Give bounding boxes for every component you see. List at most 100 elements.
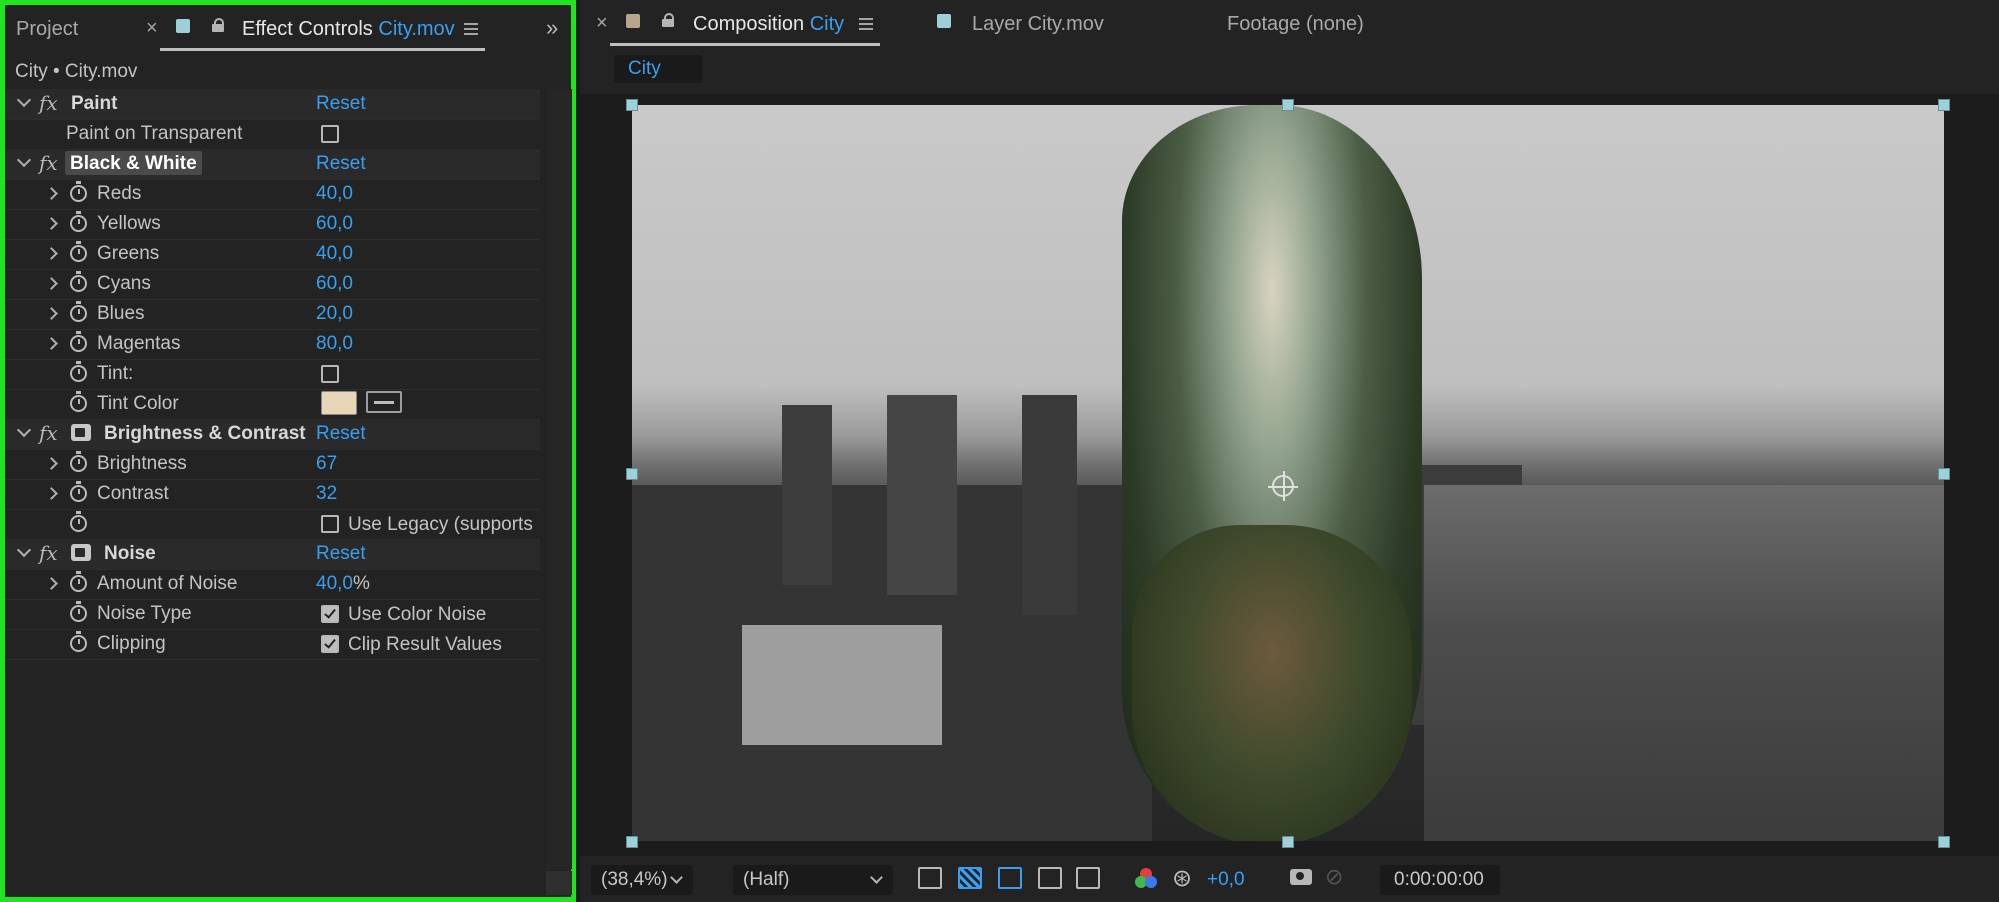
grid-guides-icon[interactable] <box>1076 867 1100 889</box>
fx-icon[interactable]: fx <box>39 151 58 175</box>
tab-effect-controls[interactable]: Effect Controls City.mov <box>242 18 455 41</box>
effect-controls-panel: Project × Effect Controls City.mov » Cit… <box>0 0 576 902</box>
chevron-down-icon[interactable] <box>16 92 32 108</box>
timecode-display[interactable]: 0:00:00:00 <box>1380 865 1500 895</box>
tab-footage[interactable]: Footage (none) <box>1227 13 1364 36</box>
show-snapshot-icon[interactable]: ⊘ <box>1325 864 1343 890</box>
close-icon[interactable]: × <box>596 12 608 35</box>
tab-effect-controls-label: Effect Controls <box>242 18 373 40</box>
stopwatch-icon[interactable] <box>70 301 87 322</box>
property-value[interactable]: 40,0% <box>316 573 370 595</box>
stopwatch-icon[interactable] <box>70 271 87 292</box>
property-label: Brightness <box>97 453 187 474</box>
tab-composition[interactable]: Composition City <box>693 13 844 36</box>
stopwatch-icon[interactable] <box>70 241 87 262</box>
chevron-right-icon[interactable] <box>45 247 58 260</box>
use-color-noise-checkbox[interactable] <box>321 605 339 623</box>
active-tab-indicator <box>160 48 485 51</box>
fx-icon[interactable]: fx <box>39 541 58 565</box>
lock-icon[interactable] <box>212 18 224 32</box>
stopwatch-icon[interactable] <box>70 181 87 202</box>
snapshot-camera-icon[interactable] <box>1290 869 1312 885</box>
mask-visibility-icon[interactable] <box>998 867 1022 889</box>
reset-button[interactable]: Reset <box>316 543 366 565</box>
resolution-value: (Half) <box>743 869 790 890</box>
chevron-right-icon[interactable] <box>45 337 58 350</box>
transform-handle[interactable] <box>626 836 638 848</box>
stopwatch-icon[interactable] <box>70 571 87 592</box>
property-value[interactable]: 32 <box>316 483 337 505</box>
fx-icon[interactable]: fx <box>39 91 58 115</box>
use-legacy-checkbox[interactable] <box>321 515 339 533</box>
composition-viewer[interactable] <box>580 94 1999 856</box>
fast-preview-icon[interactable] <box>918 867 942 889</box>
composition-frame[interactable] <box>632 105 1944 841</box>
stopwatch-icon[interactable] <box>70 361 87 382</box>
chevron-right-icon[interactable] <box>45 277 58 290</box>
property-value[interactable]: 60,0 <box>316 273 353 295</box>
property-value[interactable]: 40,0 <box>316 183 353 205</box>
effect-noise-header[interactable]: fx Noise Reset <box>5 539 540 570</box>
stopwatch-icon[interactable] <box>70 601 87 622</box>
scrollbar-track[interactable] <box>546 89 572 869</box>
property-value[interactable]: 60,0 <box>316 213 353 235</box>
chevron-right-icon[interactable] <box>45 577 58 590</box>
property-value[interactable]: 20,0 <box>316 303 353 325</box>
transform-handle[interactable] <box>1938 836 1950 848</box>
stopwatch-icon[interactable] <box>70 511 87 532</box>
effect-black-white-header[interactable]: fx Black & White Black & White Reset <box>5 149 540 180</box>
close-icon[interactable]: × <box>146 17 158 40</box>
stopwatch-icon[interactable] <box>70 481 87 502</box>
comp-breadcrumb-tab[interactable]: City <box>614 55 702 83</box>
property-label: Yellows <box>97 213 161 234</box>
property-row: Contrast 32 <box>5 479 540 510</box>
reset-exposure-icon[interactable]: ⊛ <box>1172 864 1192 893</box>
stopwatch-icon[interactable] <box>70 631 87 652</box>
chevron-right-icon[interactable] <box>45 187 58 200</box>
tab-layer[interactable]: Layer City.mov <box>972 13 1104 36</box>
transform-handle[interactable] <box>626 99 638 111</box>
tint-color-swatch[interactable] <box>321 391 357 415</box>
property-value[interactable]: 40,0 <box>316 243 353 265</box>
chevron-down-icon[interactable] <box>16 422 32 438</box>
chevron-right-icon[interactable] <box>45 217 58 230</box>
paint-on-transparent-checkbox[interactable] <box>321 125 339 143</box>
channel-icon[interactable] <box>1135 868 1157 890</box>
exposure-value[interactable]: +0,0 <box>1207 869 1245 891</box>
property-value[interactable]: 67 <box>316 453 337 475</box>
stopwatch-icon[interactable] <box>70 211 87 232</box>
effect-brightness-contrast-header[interactable]: fx Brightness & Contrast Reset <box>5 419 540 450</box>
reset-button[interactable]: Reset <box>316 423 366 445</box>
stopwatch-icon[interactable] <box>70 451 87 472</box>
tint-checkbox[interactable] <box>321 365 339 383</box>
resolution-dropdown[interactable]: (Half) <box>733 865 893 895</box>
transform-handle[interactable] <box>1282 836 1294 848</box>
stopwatch-icon[interactable] <box>70 331 87 352</box>
chevron-down-icon[interactable] <box>16 152 32 168</box>
region-of-interest-icon[interactable] <box>1038 867 1062 889</box>
chevron-down-icon[interactable] <box>16 542 32 558</box>
zoom-dropdown[interactable]: (38,4%) <box>591 865 693 895</box>
transparency-grid-icon[interactable] <box>958 867 982 889</box>
panel-menu-icon[interactable] <box>859 18 873 33</box>
stopwatch-icon[interactable] <box>70 391 87 412</box>
eyedropper-icon[interactable] <box>366 391 402 413</box>
anchor-point-icon[interactable] <box>1268 471 1298 501</box>
panel-expand-icon[interactable]: » <box>546 15 558 41</box>
panel-menu-icon[interactable] <box>464 23 478 38</box>
chevron-right-icon[interactable] <box>45 487 58 500</box>
clip-result-checkbox[interactable] <box>321 635 339 653</box>
transform-handle[interactable] <box>1938 468 1950 480</box>
fx-icon[interactable]: fx <box>39 421 58 445</box>
transform-handle[interactable] <box>1938 99 1950 111</box>
transform-handle[interactable] <box>626 468 638 480</box>
tab-project[interactable]: Project <box>16 18 78 41</box>
property-value[interactable]: 80,0 <box>316 333 353 355</box>
chevron-right-icon[interactable] <box>45 457 58 470</box>
lock-icon[interactable] <box>662 13 674 27</box>
reset-button[interactable]: Reset <box>316 153 366 175</box>
reset-button[interactable]: Reset <box>316 93 366 115</box>
chevron-right-icon[interactable] <box>45 307 58 320</box>
transform-handle[interactable] <box>1282 99 1294 111</box>
effect-paint-header[interactable]: fx Paint Reset <box>5 89 540 120</box>
